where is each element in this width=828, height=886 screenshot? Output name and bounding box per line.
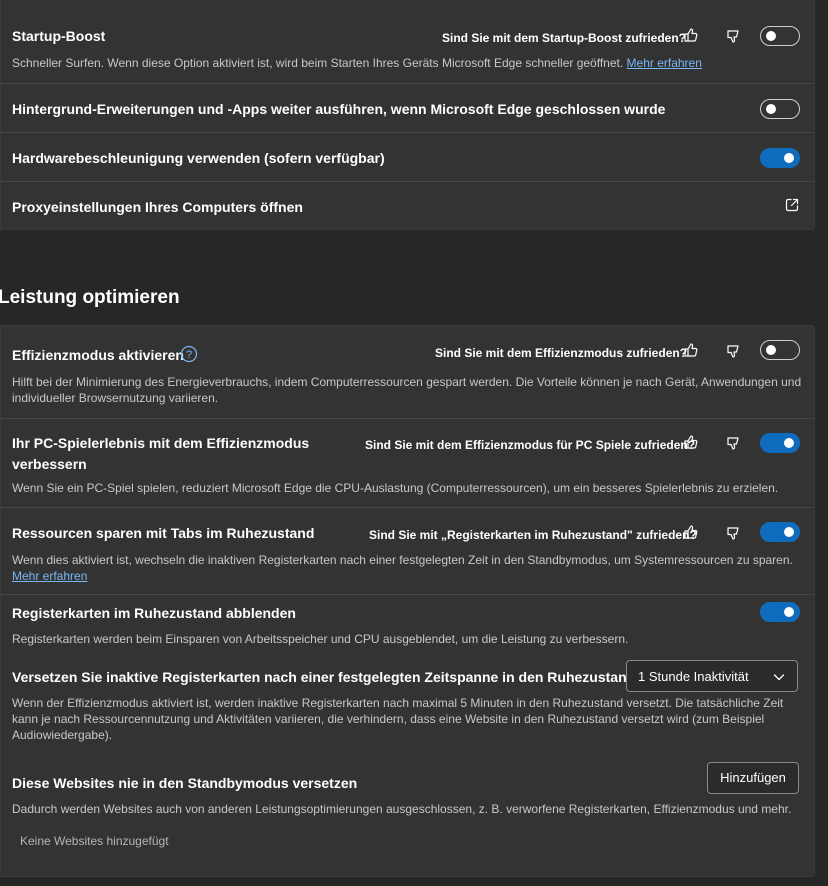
toggle-knob [784,153,794,163]
sleeping-tabs-learn-more-link[interactable]: Mehr erfahren [12,568,87,584]
thumbs-down-icon[interactable] [725,28,743,46]
sleep-timeout-title: Versetzen Sie inaktive Registerkarten na… [12,669,640,685]
sleeping-tabs-feedback-label: Sind Sie mit „Registerkarten im Ruhezust… [369,528,697,542]
sleep-timeout-select[interactable]: 1 Stunde Inaktivität [626,660,798,692]
fade-tabs-description: Registerkarten werden beim Einsparen von… [12,632,629,646]
never-sleep-empty-state: Keine Websites hinzugefügt [20,834,169,848]
toggle-knob [784,438,794,448]
divider [1,594,814,595]
thumbs-up-icon[interactable] [683,27,701,45]
svg-text:?: ? [186,349,192,361]
startup-boost-description: Schneller Surfen. Wenn diese Option akti… [12,55,702,71]
toggle-knob [784,607,794,617]
efficiency-mode-title: Effizienzmodus aktivieren [12,347,184,363]
startup-boost-title: Startup-Boost [12,28,106,44]
fade-tabs-toggle[interactable] [760,602,800,622]
proxy-settings-title: Proxyeinstellungen Ihres Computers öffne… [12,199,303,215]
divider [1,181,814,182]
pc-gaming-description: Wenn Sie ein PC-Spiel spielen, reduziert… [12,481,779,495]
sleeping-tabs-description: Wenn dies aktiviert ist, wechseln die in… [12,553,793,567]
startup-boost-toggle[interactable] [760,26,800,46]
toggle-knob [766,345,776,355]
pc-gaming-feedback-label: Sind Sie mit dem Effizienzmodus für PC S… [365,438,696,452]
fade-tabs-title: Registerkarten im Ruhezustand abblenden [12,605,296,621]
background-apps-title: Hintergrund-Erweiterungen und -Apps weit… [12,101,666,117]
divider [1,418,814,419]
sleeping-tabs-toggle[interactable] [760,522,800,542]
thumbs-up-icon[interactable] [683,524,701,542]
thumbs-up-icon[interactable] [683,434,701,452]
startup-boost-feedback-label: Sind Sie mit dem Startup-Boost zufrieden… [442,31,687,45]
efficiency-mode-toggle[interactable] [760,340,800,360]
divider [1,507,814,508]
thumbs-up-icon[interactable] [683,342,701,360]
divider [1,83,814,84]
efficiency-mode-desc-line2: individueller Browsernutzung variieren. [12,391,219,405]
sleep-timeout-desc-line1: Wenn der Effizienzmodus aktiviert ist, w… [12,696,784,710]
add-website-button[interactable]: Hinzufügen [707,762,799,794]
efficiency-mode-feedback-label: Sind Sie mit dem Effizienzmodus zufriede… [435,346,688,360]
system-settings-card: Startup-Boost Sind Sie mit dem Startup-B… [0,0,815,230]
section-title-performance: Leistung optimieren [0,287,180,308]
thumbs-down-icon[interactable] [725,435,743,453]
help-icon[interactable]: ? [180,345,198,363]
background-apps-toggle[interactable] [760,99,800,119]
startup-boost-desc-text: Schneller Surfen. Wenn diese Option akti… [12,56,624,70]
efficiency-mode-desc-line1: Hilft bei der Minimierung des Energiever… [12,375,802,389]
thumbs-down-icon[interactable] [725,525,743,543]
toggle-knob [784,527,794,537]
toggle-knob [766,31,776,41]
external-link-icon[interactable] [784,197,802,215]
sleep-timeout-desc-line2: kann je nach Ressourcennutzung und Aktiv… [12,712,765,726]
pc-gaming-title-line1: Ihr PC-Spielerlebnis mit dem Effizienzmo… [12,435,310,451]
hardware-acceleration-title: Hardwarebeschleunigung verwenden (sofern… [12,150,385,166]
pc-gaming-title-line2: verbessern [12,456,87,472]
never-sleep-description: Dadurch werden Websites auch von anderen… [12,802,792,816]
toggle-knob [766,104,776,114]
chevron-down-icon [773,671,785,686]
never-sleep-title: Diese Websites nie in den Standbymodus v… [12,775,358,791]
thumbs-down-icon[interactable] [725,343,743,361]
sleep-timeout-desc-line3: Audiowiedergabe). [12,728,113,742]
hardware-acceleration-toggle[interactable] [760,148,800,168]
startup-boost-learn-more-link[interactable]: Mehr erfahren [627,56,702,70]
divider [1,132,814,133]
pc-gaming-toggle[interactable] [760,433,800,453]
sleep-timeout-selected-value: 1 Stunde Inaktivität [638,669,749,684]
sleeping-tabs-title: Ressourcen sparen mit Tabs im Ruhezustan… [12,525,315,541]
performance-settings-card: Effizienzmodus aktivieren ? Sind Sie mit… [0,325,815,877]
